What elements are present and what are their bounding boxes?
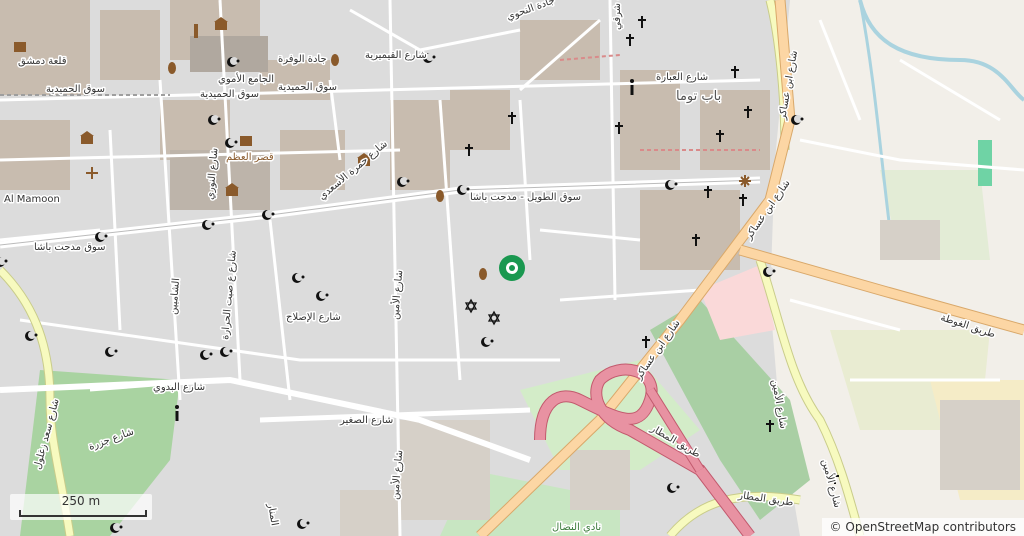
label-long-market: سوق الطويل - مدحت باشا [470, 192, 581, 203]
label-citadel: قلعة دمشق [18, 56, 67, 67]
label-abbara-street: شارع العبارة [656, 72, 708, 83]
vase-icon [479, 268, 487, 280]
label-wafra: جادة الوفرة [278, 54, 327, 65]
vase-icon [168, 62, 176, 74]
info-icon [630, 79, 634, 95]
label-qaymariya: شارع القيميرية [365, 50, 427, 61]
castle-icon [240, 136, 252, 146]
vase-icon [436, 190, 444, 202]
monument-icon [194, 24, 198, 38]
copyright-symbol: © [829, 520, 842, 534]
label-azem-palace: قصر العظم [226, 152, 274, 163]
map-canvas[interactable]: قلعة دمشق الجامع الأموي سوق الحميدية سوق… [0, 0, 1024, 536]
label-hamidiyeh: سوق الحميدية [46, 84, 105, 95]
map-attribution: © OpenStreetMap contributors [821, 518, 1024, 536]
label-umayyad-mosque: الجامع الأموي [218, 72, 274, 85]
vase-icon [331, 54, 339, 66]
label-islah-street: شارع الإصلاح [286, 312, 341, 323]
label-saghir-street: شارع الصغير [339, 415, 393, 426]
label-midhat-pasha: سوق مدحت باشا [34, 242, 106, 253]
label-nasr-club: نادي النضال [552, 522, 601, 533]
scale-line [19, 510, 147, 517]
label-al-mamoun: Al Mamoon [4, 194, 60, 205]
pool [978, 140, 992, 186]
info-icon [175, 405, 179, 421]
castle-icon [14, 42, 26, 52]
label-hamidiyeh-3: سوق الحميدية [278, 82, 337, 93]
scale-label: 250 m [61, 494, 101, 508]
label-badawi-street: شارع البدوي [153, 382, 205, 393]
label-bab-sharqi: شارع باب شرقي [612, 0, 623, 30]
label-bab-touma: باب توما [676, 89, 721, 104]
location-marker[interactable] [499, 255, 525, 281]
scale-bar: 250 m [10, 494, 152, 520]
label-hamidiyeh-2: سوق الحميدية [200, 89, 259, 100]
osm-contributors-link[interactable]: OpenStreetMap contributors [845, 520, 1016, 534]
